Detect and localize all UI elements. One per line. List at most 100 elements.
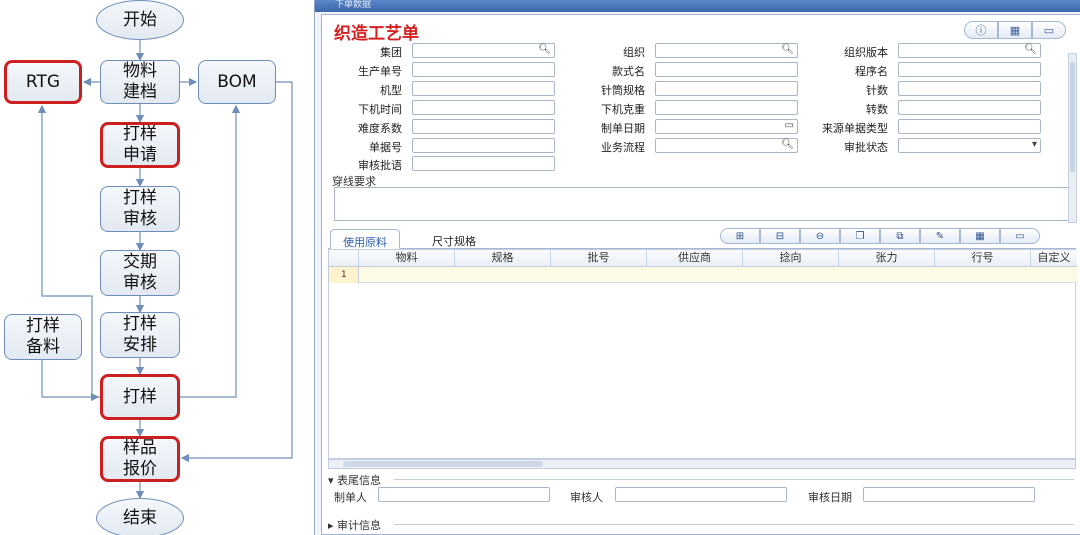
- needle-spec-field[interactable]: [655, 81, 798, 96]
- app-window: 下单数据 织造工艺单 ⓘ ▦ ▭ 集团 🔍︎ 生产单号 机型 下机时间 难度系数…: [314, 0, 1080, 535]
- review-note-field[interactable]: [412, 156, 555, 171]
- edit-icon: ✎: [935, 230, 945, 242]
- row-number: 1: [329, 267, 359, 283]
- flow-sampling-node: 打样: [100, 374, 180, 420]
- flow-rtg-node: RTG: [4, 60, 82, 104]
- order-date-label: 制单日期: [601, 122, 645, 135]
- flow-sample-prep-node: 打样 备料: [4, 314, 82, 360]
- flow-sample-quote-node: 样品 报价: [100, 436, 180, 482]
- approval-status-label: 审批状态: [844, 141, 888, 154]
- flowchart: 开始 物料 建档 RTG BOM 打样 申请 打样 审核 交期 审核 打样 安排…: [0, 0, 312, 535]
- grid-toolbar: ⊞ ⊟ ⊖ ❐ ⧉ ✎ ▦ ▭: [720, 228, 1040, 244]
- edit-row-button[interactable]: ✎: [920, 228, 960, 244]
- yarn-requirement-textarea[interactable]: [334, 187, 1070, 221]
- tail-info-section[interactable]: ▾ 表尾信息: [328, 472, 381, 488]
- materials-grid: 物料 规格 批号 供应商 捻向 张力 行号 自定义 1: [328, 249, 1077, 459]
- dropdown-arrow-icon[interactable]: ▾: [1032, 139, 1037, 150]
- column-header[interactable]: 捻向: [743, 250, 839, 267]
- machine-time-field[interactable]: [412, 100, 555, 115]
- column-header[interactable]: 张力: [839, 250, 935, 267]
- paste-row-button[interactable]: ⧉: [880, 228, 920, 244]
- process-sheet-panel: 织造工艺单 ⓘ ▦ ▭ 集团 🔍︎ 生产单号 机型 下机时间 难度系数 单据号 …: [321, 14, 1080, 535]
- source-type-field[interactable]: [898, 119, 1041, 134]
- business-flow-field[interactable]: 🔍︎: [655, 138, 798, 153]
- tab-size-spec[interactable]: 尺寸规格: [420, 229, 488, 249]
- info-button[interactable]: ⓘ: [964, 21, 998, 39]
- machine-type-label: 机型: [380, 84, 402, 97]
- org-version-field[interactable]: 🔍︎: [898, 43, 1041, 58]
- program-name-field[interactable]: [898, 62, 1041, 77]
- audit-info-section[interactable]: ▸ 审计信息: [328, 517, 381, 533]
- form-title: 织造工艺单: [334, 24, 419, 44]
- flow-rtg-label: RTG: [25, 71, 61, 92]
- column-header[interactable]: 供应商: [647, 250, 743, 267]
- needle-count-label: 针数: [866, 84, 888, 97]
- flow-end-node: 结束: [96, 498, 184, 535]
- add-row-button[interactable]: ⊞: [720, 228, 760, 244]
- column-header[interactable]: 规格: [455, 250, 551, 267]
- creator-label: 制单人: [334, 491, 367, 504]
- review-note-label: 审核批语: [358, 159, 402, 172]
- insert-row-button[interactable]: ⊟: [760, 228, 800, 244]
- organization-field[interactable]: 🔍︎: [655, 43, 798, 58]
- difficulty-field[interactable]: [412, 119, 555, 134]
- flow-sample-arrange-node: 打样 安排: [100, 312, 180, 358]
- order-date-field[interactable]: ▭: [655, 119, 798, 134]
- tab-materials[interactable]: 使用原料: [330, 229, 400, 249]
- group-field[interactable]: 🔍︎: [412, 43, 555, 58]
- machine-weight-field[interactable]: [655, 100, 798, 115]
- flow-sampling-label: 打样: [123, 386, 157, 407]
- collapse-arrow-icon: ▾: [328, 474, 338, 487]
- approval-status-select[interactable]: ▾: [898, 138, 1041, 153]
- flow-sample-review-node: 打样 审核: [100, 186, 180, 232]
- expand-arrow-icon: ▸: [328, 519, 338, 532]
- business-flow-label: 业务流程: [601, 141, 645, 154]
- doc-no-field[interactable]: [412, 138, 555, 153]
- table-row[interactable]: 1: [329, 267, 1077, 283]
- grid-horizontal-scrollbar[interactable]: [328, 459, 1076, 469]
- style-name-field[interactable]: [655, 62, 798, 77]
- maximize-icon: ▭: [1043, 23, 1055, 37]
- scrollbar-thumb[interactable]: [1070, 62, 1075, 172]
- layout-button[interactable]: ▦: [998, 21, 1032, 39]
- flow-material-node: 物料 建档: [100, 60, 180, 104]
- reviewer-field[interactable]: [615, 487, 787, 502]
- flow-start-label: 开始: [123, 9, 157, 30]
- column-header[interactable]: 物料: [359, 250, 455, 267]
- flow-delivery-review-node: 交期 审核: [100, 250, 180, 296]
- delete-row-button[interactable]: ⊖: [800, 228, 840, 244]
- search-icon[interactable]: 🔍︎: [538, 44, 551, 55]
- needle-count-field[interactable]: [898, 81, 1041, 96]
- flow-sample-request-node: 打样 申请: [100, 122, 180, 168]
- grid-layout-button[interactable]: ▦: [960, 228, 1000, 244]
- search-icon[interactable]: 🔍︎: [781, 44, 794, 55]
- form-vertical-scrollbar[interactable]: [1068, 53, 1077, 223]
- flow-end-label: 结束: [123, 507, 157, 528]
- review-date-field[interactable]: [863, 487, 1035, 502]
- machine-type-field[interactable]: [412, 81, 555, 96]
- rotation-field[interactable]: [898, 100, 1041, 115]
- calendar-icon[interactable]: ▭: [785, 120, 794, 131]
- column-header[interactable]: 自定义: [1031, 250, 1077, 267]
- copy-icon: ❐: [855, 230, 865, 242]
- flow-sample-review-label: 打样 审核: [123, 188, 157, 229]
- column-header[interactable]: 行号: [935, 250, 1031, 267]
- machine-time-label: 下机时间: [358, 103, 402, 116]
- search-icon[interactable]: 🔍︎: [1024, 44, 1037, 55]
- copy-row-button[interactable]: ❐: [840, 228, 880, 244]
- flow-bom-node: BOM: [198, 60, 276, 104]
- review-date-label: 审核日期: [808, 491, 852, 504]
- production-no-label: 生产单号: [358, 65, 402, 78]
- rotation-label: 转数: [866, 103, 888, 116]
- maximize-button[interactable]: ▭: [1032, 21, 1066, 39]
- flow-sample-quote-label: 样品 报价: [123, 438, 157, 479]
- creator-field[interactable]: [378, 487, 550, 502]
- detail-tabs: 使用原料 尺寸规格 ⊞ ⊟ ⊖ ❐ ⧉ ✎ ▦ ▭: [328, 227, 1076, 249]
- grid-maximize-button[interactable]: ▭: [1000, 228, 1040, 244]
- column-header[interactable]: 批号: [551, 250, 647, 267]
- scrollbar-thumb[interactable]: [343, 461, 543, 467]
- difficulty-label: 难度系数: [358, 122, 402, 135]
- flow-material-label: 物料 建档: [123, 61, 157, 102]
- production-no-field[interactable]: [412, 62, 555, 77]
- search-icon[interactable]: 🔍︎: [781, 139, 794, 150]
